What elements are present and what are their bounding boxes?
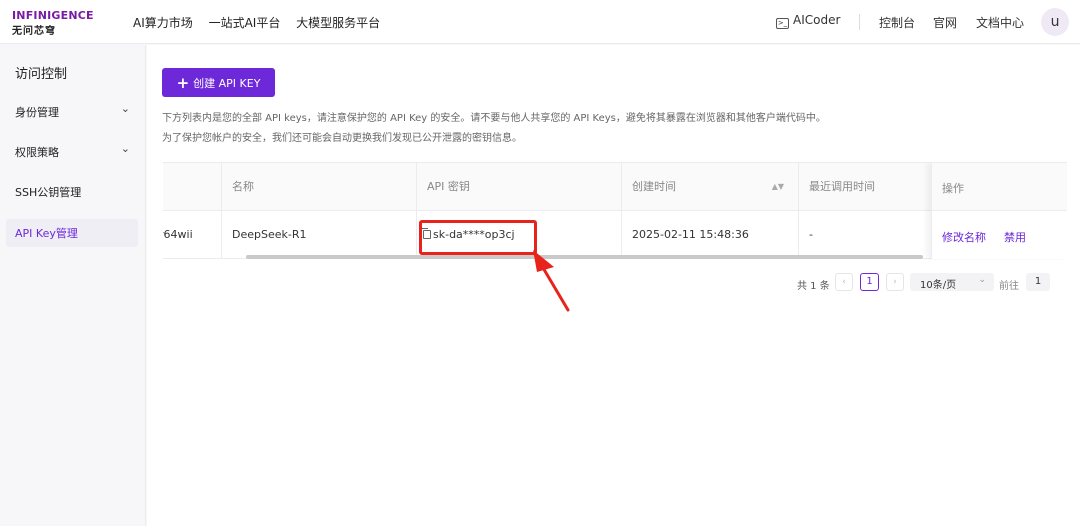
header-actions: 操作	[932, 163, 1067, 211]
sort-icon[interactable]: ▲▼	[772, 163, 784, 211]
sidebar-item-label: API Key管理	[15, 227, 78, 240]
sidebar-item-label: SSH公钥管理	[15, 186, 82, 199]
user-avatar[interactable]: u	[1041, 8, 1069, 36]
create-api-key-label: 创建 API KEY	[193, 76, 261, 90]
page-size-select[interactable]: 10条/页 ⌄	[910, 273, 994, 291]
nav-divider	[859, 14, 860, 30]
sidebar-item-identity[interactable]: 身份管理 ⌄	[6, 98, 138, 126]
terminal-icon: >_	[776, 18, 789, 29]
sidebar-title: 访问控制	[15, 67, 68, 82]
plus-icon: +	[176, 73, 190, 92]
main-content: + 创建 API KEY 下方列表内是您的全部 API keys，请注意保护您的 …	[147, 45, 1080, 526]
nav-official-site[interactable]: 官网	[933, 14, 957, 31]
header-last-used: 最近调用时间	[809, 180, 875, 193]
sidebar-item-label: 权限策略	[15, 146, 59, 159]
header-id-cell	[163, 163, 222, 211]
nav-ai-compute-market[interactable]: AI算力市场	[133, 16, 193, 30]
sidebar: 访问控制 身份管理 ⌄ 权限策略 ⌄ SSH公钥管理 API Key管理	[0, 45, 146, 526]
chevron-down-icon: ⌄	[978, 275, 986, 285]
notice-line-1: 下方列表内是您的全部 API keys，请注意保护您的 API Key 的安全。…	[162, 113, 826, 124]
goto-page-input[interactable]: 1	[1026, 273, 1050, 291]
chevron-down-icon: ⌄	[120, 142, 130, 155]
header-created-time[interactable]: 创建时间 ▲▼	[622, 163, 799, 211]
pagination-page-1[interactable]: 1	[860, 273, 879, 291]
nav-console[interactable]: 控制台	[879, 14, 915, 31]
create-api-key-button[interactable]: + 创建 API KEY	[162, 68, 275, 97]
infinigence-logo[interactable]: INFINIGENCE 无问芯穹	[12, 9, 96, 37]
logo-text-en: INFINIGENCE	[12, 9, 94, 22]
table-horizontal-scrollbar[interactable]	[246, 255, 923, 259]
pagination-next-button[interactable]: ›	[886, 273, 904, 291]
top-navbar: INFINIGENCE 无问芯穹 AI算力市场 一站式AI平台 大模型服务平台 …	[0, 0, 1080, 44]
pagination-total: 共 1 条	[797, 281, 830, 292]
nav-one-stop-ai-platform[interactable]: 一站式AI平台	[209, 16, 281, 30]
page-size-value: 10条/页	[920, 280, 957, 291]
aicoder-link[interactable]: >_ AICoder	[776, 13, 840, 29]
sidebar-item-label: 身份管理	[15, 106, 59, 119]
chevron-down-icon: ⌄	[120, 102, 130, 115]
actions-column: 操作 修改名称 禁用	[931, 163, 1067, 259]
notice-line-2: 为了保护您帐户的安全，我们还可能会自动更换我们发现已公开泄露的密钥信息。	[162, 133, 522, 144]
cell-created-time: 2025-02-11 15:48:36	[622, 211, 799, 259]
aicoder-label: AICoder	[793, 13, 841, 27]
annotation-highlight-box	[419, 220, 537, 255]
header-api-key: API 密钥	[417, 163, 622, 211]
goto-label: 前往	[999, 281, 1019, 292]
top-nav-links: AI算力市场 一站式AI平台 大模型服务平台	[133, 14, 392, 31]
cell-name: DeepSeek-R1	[222, 211, 417, 259]
sidebar-item-api-keys[interactable]: API Key管理	[6, 219, 138, 247]
sidebar-item-permission-policy[interactable]: 权限策略 ⌄	[6, 138, 138, 166]
header-name: 名称	[222, 163, 417, 211]
sidebar-item-ssh-keys[interactable]: SSH公钥管理	[6, 178, 138, 206]
logo-text-cn: 无问芯穹	[12, 26, 56, 37]
cell-id-fragment: r64wii	[163, 211, 222, 259]
disable-link[interactable]: 禁用	[1004, 229, 1026, 245]
cell-last-used: -	[809, 228, 813, 241]
nav-llm-service-platform[interactable]: 大模型服务平台	[296, 16, 380, 30]
nav-docs-center[interactable]: 文档中心	[976, 14, 1024, 31]
api-key-table: 名称 API 密钥 创建时间▲▼ 最近调用时间 r64wii DeepSeek-…	[163, 162, 1067, 260]
rename-link[interactable]: 修改名称	[942, 229, 986, 245]
pagination-prev-button[interactable]: ‹	[835, 273, 853, 291]
